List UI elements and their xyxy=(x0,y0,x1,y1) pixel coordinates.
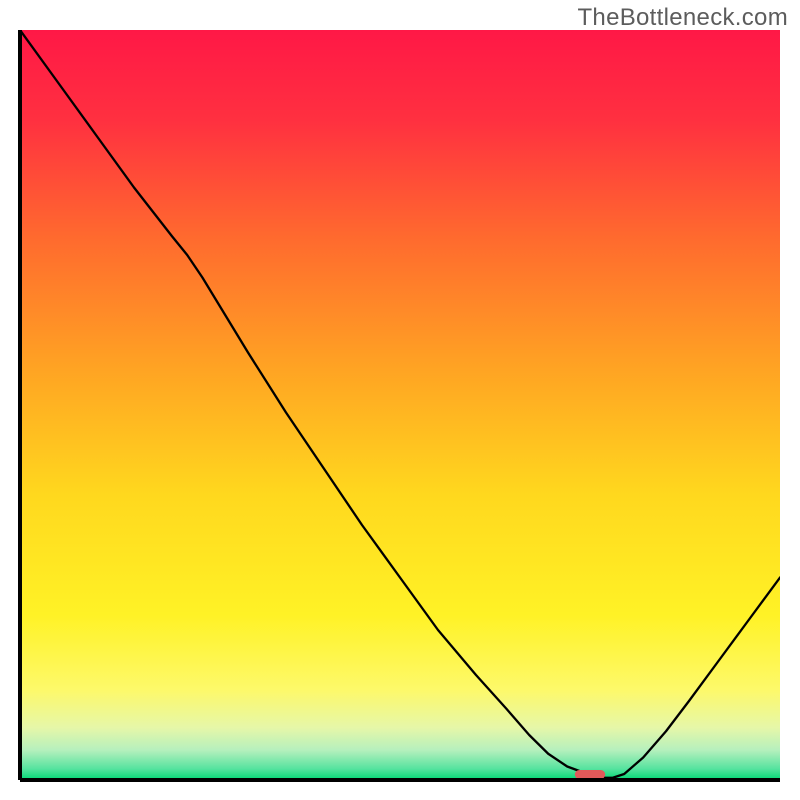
chart-svg xyxy=(0,0,800,800)
optimal-marker xyxy=(575,770,605,779)
gradient-background xyxy=(20,30,780,780)
chart-container: TheBottleneck.com xyxy=(0,0,800,800)
plot-area xyxy=(20,30,780,780)
watermark-text: TheBottleneck.com xyxy=(577,4,788,32)
